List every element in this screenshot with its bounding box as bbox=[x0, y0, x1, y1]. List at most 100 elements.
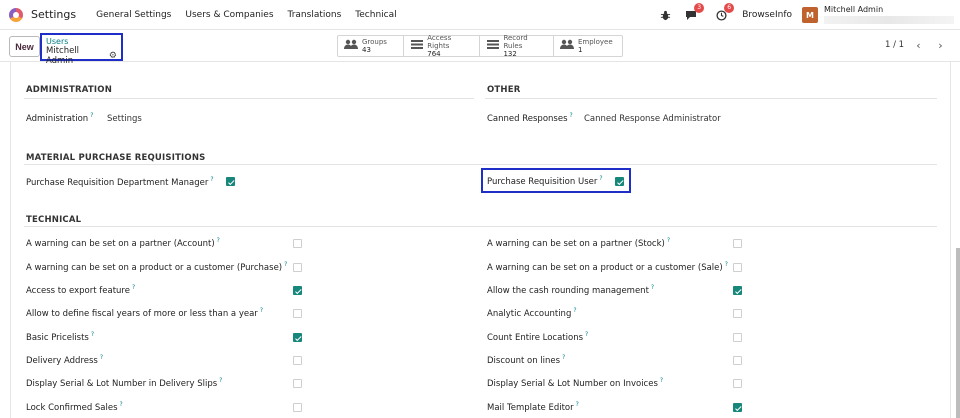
help-tooltip-icon[interactable]: ? bbox=[725, 261, 728, 268]
stat-employee-value: 1 bbox=[578, 46, 583, 54]
field-label-technical-right: Allow the cash rounding management? bbox=[487, 284, 655, 296]
activities-badge: 6 bbox=[724, 3, 735, 13]
user-menu[interactable]: Mitchell Admin bbox=[824, 4, 960, 26]
field-label-technical-right: Display Serial & Lot Number on Invoices? bbox=[487, 377, 664, 389]
field-label-technical-left: A warning can be set on a partner (Accou… bbox=[26, 237, 220, 249]
field-label-administration: Administration? bbox=[26, 112, 94, 124]
technical-checkbox-left[interactable] bbox=[293, 356, 302, 365]
stat-groups-value: 43 bbox=[362, 46, 371, 54]
breadcrumb-users-link[interactable]: Users bbox=[46, 37, 117, 46]
technical-checkbox-left[interactable] bbox=[293, 379, 302, 388]
scrollbar-thumb[interactable] bbox=[956, 248, 960, 418]
help-tooltip-icon[interactable]: ? bbox=[573, 307, 576, 314]
technical-checkbox-left[interactable] bbox=[293, 286, 302, 295]
help-tooltip-icon[interactable]: ? bbox=[585, 331, 588, 338]
field-label-technical-right: Count Entire Locations? bbox=[487, 331, 589, 343]
stat-access-rights-value: 764 bbox=[427, 50, 441, 58]
section-divider bbox=[24, 164, 937, 165]
pr-department-manager-checkbox[interactable] bbox=[226, 177, 235, 186]
stat-record-rules-button[interactable]: Record Rules 132 bbox=[480, 34, 554, 58]
user-form-sheet: ADMINISTRATION OTHER Administration? Set… bbox=[0, 62, 960, 418]
bug-icon[interactable] bbox=[658, 8, 672, 22]
administration-select[interactable]: Settings bbox=[107, 114, 142, 124]
stat-groups-button[interactable]: Groups 43 bbox=[338, 36, 404, 56]
company-switcher[interactable]: BrowseInfo bbox=[742, 10, 792, 20]
technical-checkbox-right[interactable] bbox=[733, 239, 742, 248]
groups-icon bbox=[344, 39, 358, 53]
field-label-pr-department-manager: Purchase Requisition Department Manager? bbox=[26, 176, 214, 188]
stat-access-rights-button[interactable]: Access Rights 764 bbox=[404, 34, 480, 58]
sheet-right-edge bbox=[950, 62, 951, 418]
sheet-left-edge bbox=[10, 62, 11, 418]
section-title-technical: TECHNICAL bbox=[26, 215, 82, 225]
field-label-technical-left: Display Serial & Lot Number in Delivery … bbox=[26, 377, 223, 389]
section-title-other: OTHER bbox=[487, 85, 521, 95]
pager-next-chevron-right-icon[interactable]: › bbox=[930, 36, 951, 55]
user-avatar[interactable]: M bbox=[802, 7, 818, 23]
field-label-technical-left: Lock Confirmed Sales? bbox=[26, 401, 123, 413]
help-tooltip-icon[interactable]: ? bbox=[219, 377, 222, 384]
menu-general-settings[interactable]: General Settings bbox=[96, 10, 171, 20]
help-tooltip-icon[interactable]: ? bbox=[100, 354, 103, 361]
pager-prev-chevron-left-icon[interactable]: ‹ bbox=[908, 36, 929, 55]
list-icon bbox=[410, 39, 423, 53]
help-tooltip-icon[interactable]: ? bbox=[120, 401, 123, 408]
app-logo-icon[interactable] bbox=[9, 7, 23, 22]
users-icon bbox=[560, 39, 574, 53]
field-label-technical-right: Discount on lines? bbox=[487, 354, 566, 366]
field-label-technical-left: Access to export feature? bbox=[26, 284, 136, 296]
field-label-technical-left: Allow to define fiscal years of more or … bbox=[26, 307, 263, 319]
help-tooltip-icon[interactable]: ? bbox=[260, 307, 263, 314]
messages-icon[interactable]: 3 bbox=[684, 3, 705, 22]
gear-icon[interactable]: ⚙ bbox=[109, 51, 117, 61]
pager-value[interactable]: 1 / 1 bbox=[885, 40, 904, 50]
help-tooltip-icon[interactable]: ? bbox=[667, 237, 670, 244]
technical-checkbox-right[interactable] bbox=[733, 333, 742, 342]
smart-buttons: Groups 43 Access Rights 764 Record Rules 13… bbox=[337, 34, 623, 58]
activities-clock-icon[interactable]: 6 bbox=[714, 3, 735, 22]
messages-badge: 3 bbox=[694, 3, 705, 13]
help-tooltip-icon[interactable]: ? bbox=[651, 284, 654, 291]
section-divider bbox=[24, 226, 937, 227]
stat-access-rights-label: Access Rights bbox=[427, 34, 452, 50]
stat-employee-button[interactable]: Employee 1 bbox=[554, 36, 622, 56]
technical-checkbox-right[interactable] bbox=[733, 263, 742, 272]
technical-checkbox-left[interactable] bbox=[293, 333, 302, 342]
help-tooltip-icon[interactable]: ? bbox=[217, 237, 220, 244]
field-label-technical-right: Analytic Accounting? bbox=[487, 307, 577, 319]
menu-translations[interactable]: Translations bbox=[288, 10, 342, 20]
app-name[interactable]: Settings bbox=[31, 8, 76, 21]
control-panel: New Users Mitchell Admin ⚙ Groups 43 Acce… bbox=[0, 30, 960, 66]
technical-checkbox-right[interactable] bbox=[733, 356, 742, 365]
menu-technical[interactable]: Technical bbox=[355, 10, 396, 20]
technical-checkbox-right[interactable] bbox=[733, 379, 742, 388]
help-tooltip-icon[interactable]: ? bbox=[132, 284, 135, 291]
new-button[interactable]: New bbox=[9, 36, 40, 57]
stat-record-rules-label: Record Rules bbox=[503, 34, 528, 50]
section-title-administration: ADMINISTRATION bbox=[26, 85, 113, 95]
help-tooltip-icon[interactable]: ? bbox=[284, 261, 287, 268]
technical-checkbox-right[interactable] bbox=[733, 286, 742, 295]
technical-checkbox-left[interactable] bbox=[293, 403, 302, 412]
help-tooltip-icon[interactable]: ? bbox=[576, 401, 579, 408]
technical-checkbox-left[interactable] bbox=[293, 263, 302, 272]
menu-users-companies[interactable]: Users & Companies bbox=[185, 10, 273, 20]
navbar-systray: 3 6 BrowseInfo M Mitchell Admin bbox=[646, 0, 960, 30]
technical-checkbox-right[interactable] bbox=[733, 309, 742, 318]
field-label-technical-right: A warning can be set on a partner (Stock… bbox=[487, 237, 671, 249]
breadcrumb: Users Mitchell Admin ⚙ bbox=[40, 33, 123, 66]
technical-checkbox-left[interactable] bbox=[293, 239, 302, 248]
canned-responses-select[interactable]: Canned Response Administrator bbox=[584, 114, 721, 124]
field-label-technical-right: A warning can be set on a product or a c… bbox=[487, 261, 728, 273]
field-label-technical-left: Basic Pricelists? bbox=[26, 331, 95, 343]
help-tooltip-icon[interactable]: ? bbox=[660, 377, 663, 384]
technical-checkbox-right[interactable] bbox=[733, 403, 742, 412]
stat-groups-label: Groups bbox=[362, 38, 387, 46]
technical-checkbox-left[interactable] bbox=[293, 309, 302, 318]
help-tooltip-icon[interactable]: ? bbox=[562, 354, 565, 361]
field-label-canned-responses: Canned Responses? bbox=[487, 112, 573, 124]
help-tooltip-icon[interactable]: ? bbox=[91, 331, 94, 338]
top-navbar: Settings General Settings Users & Compan… bbox=[0, 0, 960, 30]
highlight-box bbox=[481, 168, 631, 193]
blurred-database-name bbox=[824, 16, 954, 24]
